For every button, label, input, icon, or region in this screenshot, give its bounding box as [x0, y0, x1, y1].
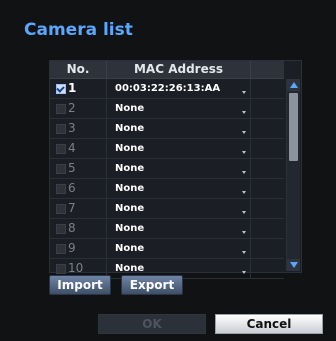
mac-address-value: None	[115, 223, 145, 234]
chevron-down-icon[interactable]	[242, 251, 246, 254]
mac-address-cell[interactable]: None	[107, 239, 251, 258]
checkbox-icon[interactable]	[56, 84, 66, 94]
row-number-cell: 6	[50, 179, 107, 198]
row-extra-cell	[251, 239, 284, 258]
ok-button[interactable]: OK	[98, 314, 206, 334]
table-row[interactable]: 3 None	[50, 119, 284, 139]
cancel-button[interactable]: Cancel	[215, 314, 323, 334]
checkbox-icon[interactable]	[56, 124, 66, 134]
export-button[interactable]: Export	[121, 275, 183, 295]
mac-address-cell[interactable]: 00:03:22:26:13:AA	[107, 79, 251, 98]
row-number: 5	[68, 161, 76, 175]
mac-address-cell[interactable]: None	[107, 99, 251, 118]
table-row[interactable]: 4 None	[50, 139, 284, 159]
row-number: 10	[68, 261, 84, 275]
table-row[interactable]: 8 None	[50, 219, 284, 239]
mac-address-value: None	[115, 243, 145, 254]
mac-address-cell[interactable]: None	[107, 159, 251, 178]
checkbox-icon[interactable]	[56, 104, 66, 114]
row-number-cell: 3	[50, 119, 107, 138]
checkbox-icon[interactable]	[56, 184, 66, 194]
scroll-up-button[interactable]	[287, 79, 300, 91]
mac-address-value: 00:03:22:26:13:AA	[115, 83, 221, 94]
row-number-cell: 9	[50, 239, 107, 258]
row-number: 2	[68, 101, 76, 115]
row-number: 8	[68, 221, 76, 235]
scroll-down-button[interactable]	[287, 259, 300, 271]
row-extra-cell	[251, 139, 284, 158]
row-number-cell: 1	[50, 79, 107, 98]
row-number: 6	[68, 181, 76, 195]
table-row[interactable]: 7 None	[50, 199, 284, 219]
row-number: 4	[68, 141, 76, 155]
row-extra-cell	[251, 179, 284, 198]
mac-address-value: None	[115, 103, 145, 114]
mac-address-cell[interactable]: None	[107, 119, 251, 138]
dialog-title: Camera list	[24, 20, 133, 40]
row-number-cell: 4	[50, 139, 107, 158]
table-header: No. MAC Address	[50, 61, 284, 79]
chevron-down-icon[interactable]	[242, 271, 246, 274]
row-extra-cell	[251, 219, 284, 238]
checkbox-icon[interactable]	[56, 204, 66, 214]
camera-table: No. MAC Address 1 00:03:22:26:13:AA 2 No…	[49, 60, 302, 279]
triangle-down-icon	[290, 262, 298, 268]
camera-list-dialog: Camera list No. MAC Address 1 00:03:22:2…	[0, 0, 336, 341]
checkbox-icon[interactable]	[56, 224, 66, 234]
row-extra-cell	[251, 119, 284, 138]
import-button[interactable]: Import	[49, 275, 111, 295]
mac-address-value: None	[115, 123, 145, 134]
triangle-up-icon	[290, 82, 298, 88]
row-number: 9	[68, 241, 76, 255]
row-extra-cell	[251, 79, 284, 98]
row-number-cell: 5	[50, 159, 107, 178]
table-row[interactable]: 9 None	[50, 239, 284, 259]
table-rows: 1 00:03:22:26:13:AA 2 None 3 None 4 None…	[50, 79, 284, 279]
row-extra-cell	[251, 259, 284, 278]
mac-address-value: None	[115, 163, 145, 174]
checkbox-icon[interactable]	[56, 164, 66, 174]
row-number-cell: 8	[50, 219, 107, 238]
chevron-down-icon[interactable]	[242, 231, 246, 234]
row-number-cell: 7	[50, 199, 107, 218]
chevron-down-icon[interactable]	[242, 211, 246, 214]
mac-address-value: None	[115, 263, 145, 274]
chevron-down-icon[interactable]	[242, 151, 246, 154]
mac-address-value: None	[115, 183, 145, 194]
mac-address-value: None	[115, 203, 145, 214]
chevron-down-icon[interactable]	[242, 111, 246, 114]
row-extra-cell	[251, 159, 284, 178]
checkbox-icon[interactable]	[56, 144, 66, 154]
mac-address-value: None	[115, 143, 145, 154]
table-row[interactable]: 6 None	[50, 179, 284, 199]
table-row[interactable]: 1 00:03:22:26:13:AA	[50, 79, 284, 99]
chevron-down-icon[interactable]	[242, 171, 246, 174]
mac-address-cell[interactable]: None	[107, 219, 251, 238]
row-extra-cell	[251, 199, 284, 218]
chevron-down-icon[interactable]	[242, 191, 246, 194]
row-number: 3	[68, 121, 76, 135]
row-number: 1	[68, 81, 77, 95]
row-number: 7	[68, 201, 76, 215]
mac-address-cell[interactable]: None	[107, 199, 251, 218]
vertical-scrollbar[interactable]	[286, 79, 300, 271]
row-extra-cell	[251, 99, 284, 118]
checkbox-icon[interactable]	[56, 244, 66, 254]
chevron-down-icon[interactable]	[242, 91, 246, 94]
mac-address-cell[interactable]: None	[107, 179, 251, 198]
column-header-mac-address: MAC Address	[107, 61, 251, 78]
checkbox-icon[interactable]	[56, 264, 66, 274]
scroll-thumb[interactable]	[289, 93, 298, 161]
mac-address-cell[interactable]: None	[107, 139, 251, 158]
column-header-no: No.	[50, 61, 107, 78]
row-number-cell: 2	[50, 99, 107, 118]
chevron-down-icon[interactable]	[242, 131, 246, 134]
table-row[interactable]: 2 None	[50, 99, 284, 119]
table-row[interactable]: 5 None	[50, 159, 284, 179]
